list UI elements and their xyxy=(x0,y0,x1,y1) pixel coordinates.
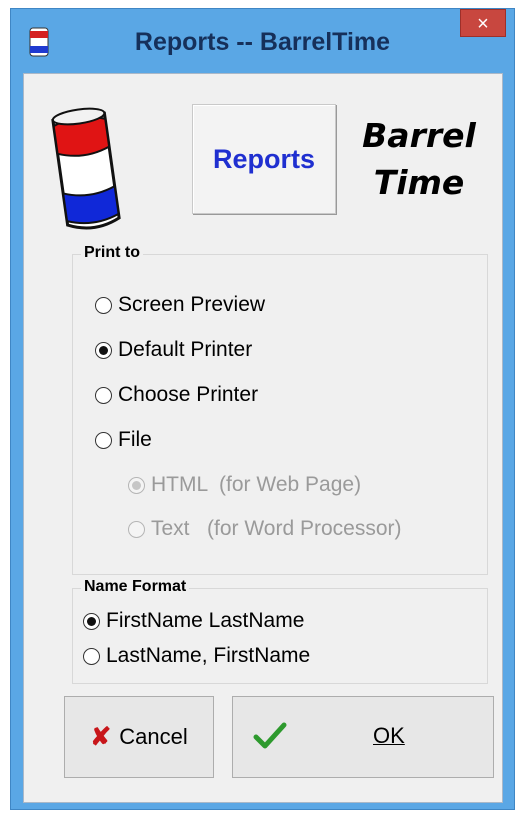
radio-label: Screen Preview xyxy=(118,293,266,316)
radio-button[interactable] xyxy=(83,647,100,665)
radio-button[interactable] xyxy=(83,612,100,630)
radio-html-format[interactable]: HTML (for Web Page) xyxy=(128,473,361,497)
name-format-group: Name Format FirstName LastName LastName,… xyxy=(72,578,488,684)
radio-label: FirstName LastName xyxy=(106,609,305,632)
x-icon: ✘ xyxy=(90,723,112,751)
radio-text-format[interactable]: Text (for Word Processor) xyxy=(128,517,402,541)
brand-line-1: Barrel xyxy=(362,116,476,155)
radio-label: LastName, FirstName xyxy=(106,644,311,667)
radio-label: Default Printer xyxy=(118,338,253,361)
radio-button[interactable] xyxy=(128,520,145,538)
radio-firstname-lastname[interactable]: FirstName LastName xyxy=(83,609,304,633)
close-icon: × xyxy=(477,13,489,35)
radio-screen-preview[interactable]: Screen Preview xyxy=(95,293,265,317)
radio-label: HTML (for Web Page) xyxy=(151,473,362,496)
radio-default-printer[interactable]: Default Printer xyxy=(95,338,252,362)
radio-label: Text (for Word Processor) xyxy=(151,517,402,540)
radio-button[interactable] xyxy=(95,341,112,359)
radio-label: File xyxy=(118,428,152,451)
dialog-body: Reports Barrel Time Print to Screen Prev… xyxy=(23,73,503,803)
ok-label: OK xyxy=(373,723,405,748)
checkmark-icon xyxy=(253,722,287,749)
radio-lastname-firstname[interactable]: LastName, FirstName xyxy=(83,644,310,668)
cancel-button[interactable]: ✘ Cancel xyxy=(64,696,214,778)
radio-button[interactable] xyxy=(95,296,112,314)
radio-button[interactable] xyxy=(95,386,112,404)
radio-choose-printer[interactable]: Choose Printer xyxy=(95,383,258,407)
name-format-legend: Name Format xyxy=(81,578,190,596)
title-bar[interactable]: Reports -- BarrelTime × xyxy=(11,9,514,73)
reports-label: Reports xyxy=(212,143,315,174)
print-to-legend: Print to xyxy=(81,244,143,262)
brand-title: Barrel Time xyxy=(344,112,494,206)
close-button[interactable]: × xyxy=(460,9,506,37)
radio-button[interactable] xyxy=(128,476,145,494)
cancel-label: Cancel xyxy=(119,724,188,749)
brand-line-2: Time xyxy=(373,163,465,202)
print-to-group: Print to Screen Preview Default Printer … xyxy=(72,244,488,575)
radio-button[interactable] xyxy=(95,431,112,449)
report-dialog-window: Reports -- BarrelTime × Reports Barrel T… xyxy=(10,8,515,810)
barrel-logo-icon xyxy=(51,107,121,230)
window-title: Reports -- BarrelTime xyxy=(134,28,391,56)
radio-label: Choose Printer xyxy=(118,383,259,406)
reports-label-box: Reports xyxy=(192,104,336,214)
ok-button[interactable]: OK xyxy=(232,696,494,778)
radio-file[interactable]: File xyxy=(95,428,152,452)
